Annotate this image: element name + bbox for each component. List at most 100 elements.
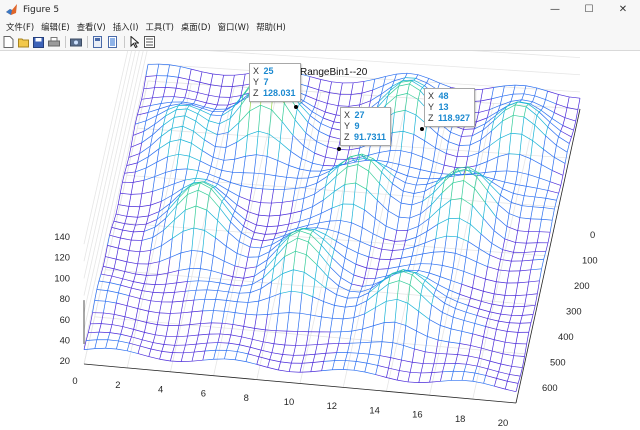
surface-mesh-plot[interactable]: 14012010080604020 0 2 4 6 8 10 12 14 16 18 20 0100… [0,51,640,430]
mesh-line [253,154,257,174]
mesh-line [145,75,157,77]
menu-insert[interactable]: 插入(I) [111,21,144,33]
open-file-button[interactable] [17,36,30,49]
mesh-line [288,291,292,313]
mesh-line [130,231,134,241]
mesh-line [489,304,493,312]
mesh-line [128,287,132,296]
menu-desktop[interactable]: 桌面(D) [179,21,216,33]
mesh-line [443,153,447,166]
mesh-line [329,136,341,140]
mesh-line [376,152,380,161]
mesh-line [405,236,417,242]
mesh-line [152,187,164,192]
menu-edit[interactable]: 编辑(E) [39,21,75,33]
mesh-line [353,305,357,318]
mesh-line [392,249,404,251]
print-preview-button[interactable] [69,36,82,49]
datatip-1[interactable]: X 25 Y 7 Z 128.031 [249,63,301,102]
print-button[interactable] [47,36,60,49]
mesh-line [465,156,469,168]
mesh-line [221,201,233,216]
mesh-line [355,252,359,265]
mesh-line [487,361,491,369]
mesh-line [126,305,138,309]
property-inspector-button[interactable] [143,36,156,49]
mesh-line [517,217,521,231]
datatip-3[interactable]: X 48 Y 13 Z 118.927 [424,88,476,127]
mesh-line [558,94,570,98]
mesh-line [487,266,499,271]
mesh-line [310,213,322,219]
datatip-marker[interactable] [420,127,424,131]
mesh-line [405,303,409,326]
mesh-line [391,112,395,133]
mesh-line [353,264,357,276]
mesh-line [217,333,221,343]
mesh-line [292,135,304,147]
mesh-line [545,197,557,201]
mesh-line [167,153,179,158]
minimize-button[interactable]: — [538,0,572,19]
mesh-line [299,230,311,235]
mesh-line [351,204,354,223]
mesh-line [424,140,436,149]
mesh-line [491,230,495,244]
datatip-marker[interactable] [294,105,298,109]
mesh-line [236,196,240,205]
mesh-line [209,280,220,284]
mesh-line [180,250,192,254]
mesh-line [364,209,376,219]
edit-plot-button[interactable] [128,36,141,49]
mesh-line [310,362,314,372]
mesh-line [105,300,117,304]
mesh-line [238,196,250,201]
menu-file[interactable]: 文件(F) [4,21,39,33]
mesh-line [511,132,522,135]
menu-help[interactable]: 帮助(H) [254,21,291,33]
mesh-line [491,95,503,100]
menu-view[interactable]: 查看(V) [75,21,111,33]
mesh-line [364,300,368,314]
datatip-2[interactable]: X 27 Y 9 Z 91.7311 [340,107,392,146]
mesh-line [195,92,199,101]
mesh-line [433,289,437,296]
mesh-line [383,226,387,239]
mesh-line [489,360,501,365]
mesh-line [172,345,176,353]
menu-window[interactable]: 窗口(W) [216,21,255,33]
save-button[interactable] [32,36,45,49]
mesh-line [426,218,430,232]
link-plot-button[interactable] [91,36,104,49]
mesh-line [517,323,521,333]
mesh-line [483,326,486,337]
mesh-line [122,271,126,279]
mesh-line [182,101,194,105]
mesh-line [197,182,201,191]
mesh-line [153,342,164,345]
mesh-line [498,314,502,322]
mesh-line [377,268,389,270]
new-figure-button[interactable] [2,36,15,49]
close-button[interactable]: ✕ [606,0,640,19]
datatip-marker[interactable] [337,147,341,151]
mesh-line [310,370,322,373]
mesh-line [232,84,244,87]
menu-tools[interactable]: 工具(T) [143,21,178,33]
mesh-line [431,252,434,265]
figure-canvas[interactable]: 140 120 100 80 60 40 20 0 2 4 6 8 10 12 14 16 18 20 0 100… [0,51,640,430]
mesh-line [186,156,190,169]
colorbar-button[interactable] [106,36,119,49]
mesh-line [275,230,287,234]
maximize-button[interactable]: ☐ [572,0,606,19]
x-axis-line [83,363,517,404]
mesh-line [156,312,160,325]
mesh-line [478,233,482,249]
mesh-line [105,347,117,350]
mesh-line [368,160,372,172]
mesh-line [509,374,521,377]
mesh-line [545,135,557,146]
mesh-line [306,331,309,346]
mesh-line [496,328,508,332]
mesh-line [256,356,260,365]
